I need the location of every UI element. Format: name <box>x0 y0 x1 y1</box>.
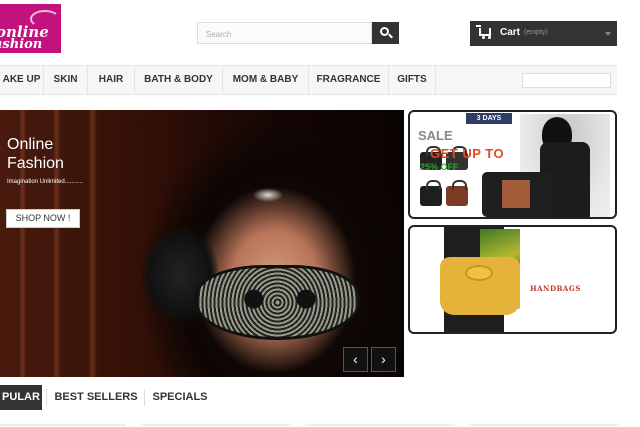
logo-text-line2: ashion <box>0 37 43 52</box>
sale-headline: GET UP TO <box>430 146 505 161</box>
days-badge: 3 DAYS <box>466 113 512 124</box>
tab-popular[interactable]: PULAR <box>0 385 42 410</box>
masquerade-mask <box>195 265 360 340</box>
nav-item-mom-baby[interactable]: MOM & BABY <box>223 66 309 94</box>
bow-ornament <box>465 265 493 281</box>
discount-label: 25% OFF <box>420 162 459 172</box>
main-nav: AKE UP SKIN HAIR BATH & BODY MOM & BABY … <box>0 65 617 95</box>
product-card[interactable] <box>0 424 126 426</box>
sale-banner[interactable]: 3 DAYS SALE GET UP TO 25% OFF <box>408 110 617 219</box>
product-card[interactable] <box>305 424 455 426</box>
nav-search-input[interactable] <box>522 73 611 88</box>
slide-tagline: Imagination Unlimited........... <box>7 179 84 185</box>
nav-item-makeup[interactable]: AKE UP <box>0 66 44 94</box>
cart-label: Cart <box>500 27 521 38</box>
nav-item-gifts[interactable]: GIFTS <box>389 66 436 94</box>
shopping-cart-icon <box>476 25 491 39</box>
search-button[interactable] <box>372 22 399 44</box>
site-logo[interactable]: online ashion <box>0 4 61 53</box>
chevron-down-icon <box>605 32 611 36</box>
nav-item-hair[interactable]: HAIR <box>88 66 135 94</box>
slider-next-button[interactable]: › <box>371 347 396 372</box>
cart-state: (empty) <box>524 29 548 36</box>
nav-item-skin[interactable]: SKIN <box>44 66 88 94</box>
nav-item-bath-body[interactable]: BATH & BODY <box>135 66 223 94</box>
nav-item-fragrance[interactable]: FRAGRANCE <box>309 66 389 94</box>
tab-specials[interactable]: SPECIALS <box>148 385 212 410</box>
handbag-thumbnail <box>420 180 442 206</box>
cart-dropdown[interactable]: Cart (empty) <box>470 21 617 46</box>
product-card[interactable] <box>141 424 291 426</box>
product-tabs: PULAR BEST SELLERS SPECIALS <box>0 385 617 410</box>
product-card[interactable] <box>469 424 619 426</box>
search-input[interactable]: Search <box>197 22 372 44</box>
shop-now-button[interactable]: SHOP NOW ! <box>6 209 80 228</box>
handbag-thumbnail <box>446 180 468 206</box>
handbag-image <box>482 172 552 217</box>
handbags-caption: HANDBAGS <box>530 284 581 293</box>
tab-best-sellers[interactable]: BEST SELLERS <box>52 385 140 410</box>
sale-label: SALE <box>418 128 453 143</box>
slider-prev-button[interactable]: ‹ <box>343 347 368 372</box>
slide-title: Online Fashion <box>7 136 64 172</box>
handbags-banner[interactable]: HANDBAGS <box>408 225 617 334</box>
